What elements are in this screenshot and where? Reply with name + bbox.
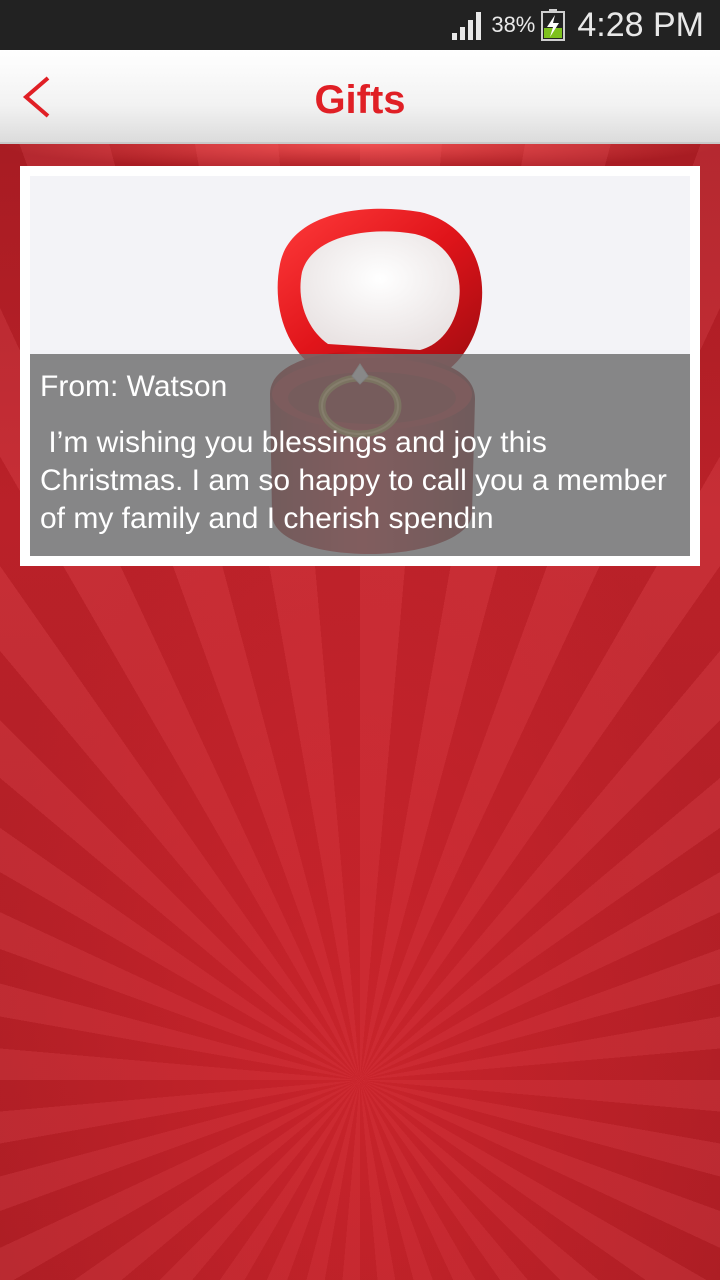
battery-percent: 38% [491, 12, 536, 37]
app-header: Gifts [0, 50, 720, 144]
back-button[interactable] [14, 72, 64, 122]
status-clock: 4:28 PM [577, 5, 704, 44]
gift-card-content: From: Watson I’m wishing you blessings a… [30, 176, 690, 556]
page-title: Gifts [314, 78, 406, 122]
signal-bars-icon [452, 12, 482, 40]
gift-message: I’m wishing you blessings and joy this C… [40, 426, 676, 535]
status-bar: 38% 4:28 PM [0, 0, 720, 50]
chevron-left-icon [22, 76, 50, 118]
status-indicators: 38% 4:28 PM [451, 0, 704, 50]
gift-sender: From: Watson [40, 370, 228, 403]
gift-card[interactable]: From: Watson I’m wishing you blessings a… [20, 166, 700, 566]
gift-message-overlay: From: Watson I’m wishing you blessings a… [30, 354, 690, 556]
battery-charging-icon [541, 9, 566, 41]
